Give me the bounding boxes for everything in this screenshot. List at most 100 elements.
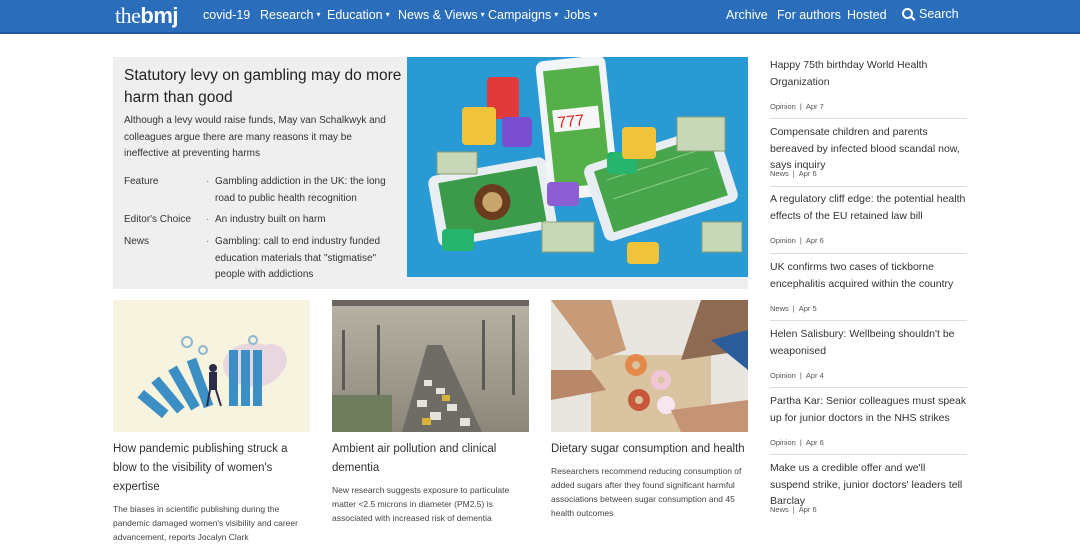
chevron-down-icon: ▾ [385,10,390,19]
meta-separator: | [799,102,802,111]
related-type: Editor's Choice [124,214,191,225]
article-date: Apr 6 [805,236,824,245]
article-type: News [770,505,789,514]
nav-item-label: Campaigns [488,8,552,22]
nav-for-authors[interactable]: For authors [777,8,841,22]
article-date: Apr 5 [798,304,817,313]
nav-hosted[interactable]: Hosted [847,8,887,22]
chevron-down-icon: ▾ [554,10,559,19]
related-separator: · [206,176,210,187]
logo-bold: bmj [140,3,179,28]
meta-separator: | [792,304,795,313]
meta-separator: | [792,505,795,514]
divider [770,454,967,455]
divider [770,387,967,388]
svg-text:777: 777 [557,112,585,132]
gambling-illustration[interactable]: 777 [407,57,748,277]
related-separator: · [206,214,210,225]
sidebar-article[interactable]: Compensate children and parents bereaved… [770,124,967,178]
sidebar-article[interactable]: Partha Kar: Senior colleagues must speak… [770,393,967,447]
search-button[interactable]: Search [902,7,959,21]
article-card[interactable]: Ambient air pollution and clinical demen… [332,300,529,525]
chevron-down-icon: ▾ [316,10,321,19]
article-date: Apr 7 [805,102,824,111]
nav-item-label: Jobs [564,8,591,22]
article-type: Opinion [770,371,796,380]
chevron-down-icon: ▾ [480,10,485,19]
divider [770,253,967,254]
sidebar-article[interactable]: Happy 75th birthday World Health Organiz… [770,57,967,111]
card-title[interactable]: Ambient air pollution and clinical demen… [332,440,529,478]
nav-item-label: For authors [777,8,841,22]
sidebar-article-title[interactable]: UK confirms two cases of tickborne encep… [770,259,967,292]
nav-item-education[interactable]: Education ▾ [327,8,390,22]
divider [770,118,967,119]
sidebar-article-title[interactable]: Partha Kar: Senior colleagues must speak… [770,393,967,426]
air-pollution-photo[interactable] [332,300,529,432]
top-nav: thebmj covid-19 Research ▾ Education ▾ New… [0,0,1080,34]
nav-item-label: Education [327,8,383,22]
article-meta: News | Apr 5 [770,304,817,313]
related-separator: · [206,236,210,247]
article-meta: News | Apr 6 [770,169,817,178]
nav-item-label: Hosted [847,8,887,22]
search-icon [902,8,913,19]
divider [770,186,967,187]
dominoes-illustration[interactable] [113,300,310,432]
nav-item-news-views[interactable]: News & Views ▾ [398,8,485,22]
related-title: Gambling addiction in the UK: the long r… [215,176,386,204]
article-meta: News | Apr 6 [770,505,817,514]
sidebar-article[interactable]: UK confirms two cases of tickborne encep… [770,259,967,313]
logo-prefix: the [115,3,141,28]
meta-separator: | [799,371,802,380]
article-date: Apr 6 [798,505,817,514]
article-card[interactable]: Dietary sugar consumption and health Res… [551,300,748,520]
article-date: Apr 4 [805,371,824,380]
search-label: Search [919,7,959,21]
nav-item-label: Research [260,8,314,22]
nav-item-research[interactable]: Research ▾ [260,8,321,22]
sidebar-article[interactable]: Make us a credible offer and we'll suspe… [770,460,967,514]
article-type: Opinion [770,102,796,111]
sidebar-article-title[interactable]: Happy 75th birthday World Health Organiz… [770,57,967,90]
feature-standfirst: Although a levy would raise funds, May v… [124,115,386,159]
nav-item-covid[interactable]: covid-19 [203,8,250,22]
article-date: Apr 6 [805,438,824,447]
feature-title[interactable]: Statutory levy on gambling may do more h… [124,65,404,109]
article-meta: Opinion | Apr 6 [770,236,824,245]
bmj-logo[interactable]: thebmj [115,3,179,29]
sidebar-article-title[interactable]: Helen Salisbury: Wellbeing shouldn't be … [770,326,967,359]
nav-item-campaigns[interactable]: Campaigns ▾ [488,8,558,22]
sidebar-article-title[interactable]: Make us a credible offer and we'll suspe… [770,460,967,510]
donuts-photo[interactable] [551,300,748,432]
meta-separator: | [799,236,802,245]
article-date: Apr 6 [798,169,817,178]
article-type: News [770,304,789,313]
divider [770,320,967,321]
card-title[interactable]: Dietary sugar consumption and health [551,440,748,459]
card-title[interactable]: How pandemic publishing struck a blow to… [113,440,310,497]
meta-separator: | [799,438,802,447]
nav-archive[interactable]: Archive [726,8,768,22]
article-meta: Opinion | Apr 6 [770,438,824,447]
article-meta: Opinion | Apr 4 [770,371,824,380]
article-card[interactable]: How pandemic publishing struck a blow to… [113,300,310,544]
nav-item-label: News & Views [398,8,478,22]
card-description: Researchers recommend reducing consumpti… [551,466,742,518]
article-type: Opinion [770,438,796,447]
card-description: New research suggests exposure to partic… [332,485,510,523]
sidebar-article[interactable]: A regulatory cliff edge: the potential h… [770,191,967,245]
sidebar-article-title[interactable]: Compensate children and parents bereaved… [770,124,967,174]
article-meta: Opinion | Apr 7 [770,102,824,111]
feature-panel: Statutory levy on gambling may do more h… [113,57,748,289]
nav-item-label: covid-19 [203,8,251,22]
sidebar-article-title[interactable]: A regulatory cliff edge: the potential h… [770,191,967,224]
meta-separator: | [792,169,795,178]
sidebar-article[interactable]: Helen Salisbury: Wellbeing shouldn't be … [770,326,967,380]
related-title: Gambling: call to end industry funded ed… [215,236,381,280]
related-title: An industry built on harm [215,214,326,225]
article-type: Opinion [770,236,796,245]
related-type: Feature [124,176,159,187]
nav-item-label: Archive [726,8,768,22]
nav-item-jobs[interactable]: Jobs ▾ [564,8,597,22]
